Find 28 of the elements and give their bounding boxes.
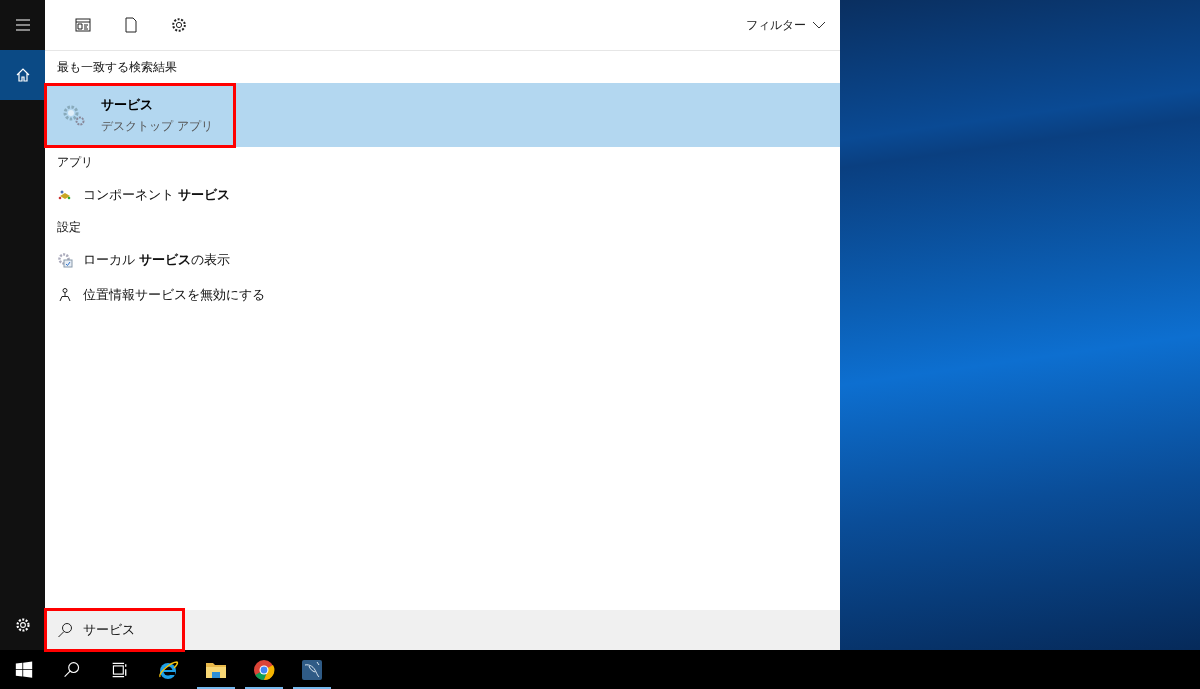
- browser-e-icon: [157, 658, 179, 681]
- dolphin-icon: [301, 658, 323, 681]
- result-subtitle: デスクトップ アプリ: [101, 117, 213, 135]
- result-title: サービス: [101, 95, 154, 114]
- windows-logo-icon: [15, 660, 33, 679]
- settings-icon: [170, 16, 188, 34]
- best-match-result[interactable]: サービス デスクトップ アプリ: [45, 83, 840, 147]
- search-icon: [63, 660, 81, 679]
- person-pin-icon: [57, 286, 73, 303]
- nav-button[interactable]: [0, 50, 45, 100]
- menu-icon: [14, 17, 31, 33]
- document-icon: [122, 16, 140, 34]
- search-icon: [57, 622, 73, 638]
- section-heading: 設定: [56, 218, 82, 236]
- section-heading: 最も一致する検索結果: [56, 58, 178, 76]
- search-field[interactable]: サービス: [83, 622, 173, 638]
- window-icon: [74, 16, 92, 34]
- home-icon: [14, 67, 31, 83]
- chrome-logo-icon: [253, 658, 275, 681]
- settings-icon: [14, 617, 31, 633]
- search-result[interactable]: コンポーネント サービス: [45, 177, 840, 212]
- search-result[interactable]: 位置情報サービスを無効にする: [45, 277, 840, 312]
- search-result[interactable]: ローカル サービスの表示: [45, 242, 840, 277]
- filter-dropdown[interactable]: フィルター: [746, 12, 826, 38]
- chevron-down-icon: [812, 21, 826, 29]
- gear-window-icon: [57, 251, 73, 268]
- section-heading: アプリ: [56, 153, 94, 171]
- task-view-icon: [111, 660, 129, 679]
